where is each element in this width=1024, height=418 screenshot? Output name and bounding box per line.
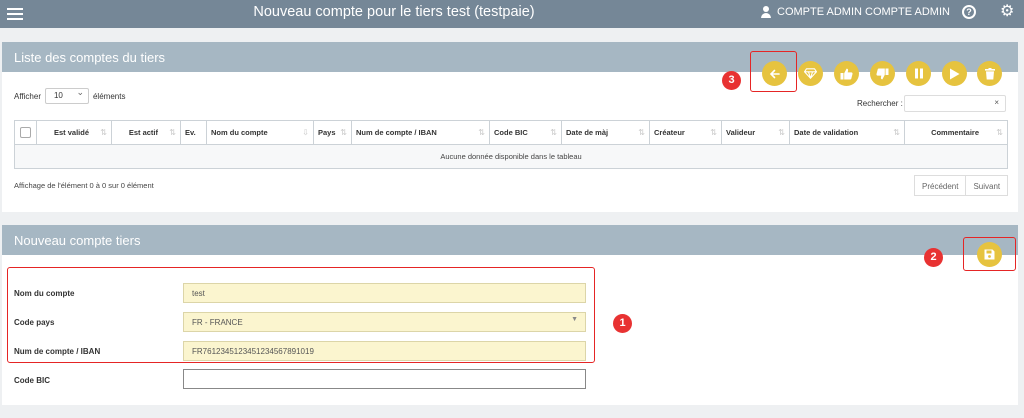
bic-input[interactable] (183, 369, 586, 389)
select-all-checkbox[interactable] (14, 120, 37, 145)
play-icon (950, 68, 960, 79)
next-page-button[interactable]: Suivant (966, 175, 1009, 196)
delete-button[interactable] (977, 61, 1002, 86)
column-header[interactable]: Code BIC ⇅ (489, 120, 562, 145)
trash-icon (984, 67, 995, 79)
column-header[interactable]: Date de màj ⇅ (561, 120, 650, 145)
reject-button[interactable] (870, 61, 895, 86)
diamond-icon (804, 68, 817, 79)
accounts-list-panel: Liste des comptes du tiers Afficher 10 é… (2, 42, 1018, 212)
thumbs-down-icon (876, 68, 889, 79)
column-header[interactable]: Créateur ⇅ (649, 120, 722, 145)
pagination: Précédent Suivant (914, 175, 1009, 196)
search-input[interactable]: × (904, 95, 1006, 112)
column-header[interactable]: Date de validation ⇅ (789, 120, 905, 145)
user-name: COMPTE ADMIN COMPTE ADMIN (777, 6, 950, 18)
form-fields-highlight (7, 267, 595, 363)
column-header[interactable]: Ev. (180, 120, 207, 145)
callout-2: 2 (924, 248, 943, 267)
search-label: Rechercher : (857, 99, 903, 108)
column-header[interactable]: Est actif ⇅ (111, 120, 181, 145)
column-header[interactable]: Est validé ⇅ (36, 120, 112, 145)
pause-button[interactable] (906, 61, 931, 86)
approve-button[interactable] (834, 61, 859, 86)
column-header[interactable]: Num de compte / IBAN ⇅ (351, 120, 490, 145)
page-length-control: Afficher 10 éléments (14, 87, 126, 104)
column-header[interactable]: Pays ⇅ (313, 120, 352, 145)
column-header[interactable]: Commentaire ⇅ (904, 120, 1008, 145)
help-icon[interactable]: ? (962, 5, 976, 19)
diamond-button[interactable] (798, 61, 823, 86)
user-menu[interactable]: COMPTE ADMIN COMPTE ADMIN (760, 6, 950, 18)
show-label: Afficher (14, 91, 41, 101)
page-title: Nouveau compte pour le tiers test (testp… (253, 4, 535, 20)
empty-table-message: Aucune donnée disponible dans le tableau (14, 144, 1008, 169)
table-row: Aucune donnée disponible dans le tableau (14, 144, 1008, 169)
user-icon (760, 6, 772, 18)
callout-1: 1 (613, 314, 632, 333)
table-info: Affichage de l'élément 0 à 0 sur 0 éléme… (14, 181, 154, 190)
pause-icon (914, 68, 923, 79)
previous-page-button[interactable]: Précédent (914, 175, 967, 196)
checkbox-icon[interactable] (20, 127, 31, 138)
accounts-list-title: Liste des comptes du tiers (2, 42, 1018, 72)
accounts-table: Est validé ⇅ Est actif ⇅ Ev. Nom du compte… (14, 120, 1008, 169)
clear-search-icon[interactable]: × (994, 98, 999, 107)
elements-label: éléments (92, 91, 126, 101)
table-header-row: Est validé ⇅ Est actif ⇅ Ev. Nom du compte… (14, 120, 1008, 145)
gear-icon[interactable]: ⚙ (1000, 3, 1014, 21)
column-header[interactable]: Nom du compte ⇩ (206, 120, 314, 145)
play-button[interactable] (942, 61, 967, 86)
new-account-title: Nouveau compte tiers (2, 225, 1018, 255)
top-bar: Nouveau compte pour le tiers test (testp… (0, 0, 1024, 28)
bic-label: Code BIC (14, 376, 50, 385)
page-length-select[interactable]: 10 (44, 87, 89, 104)
thumbs-up-icon (840, 68, 853, 79)
save-button-highlight (963, 237, 1016, 271)
callout-3: 3 (722, 71, 741, 90)
column-header[interactable]: Valideur ⇅ (721, 120, 790, 145)
back-button-highlight (750, 51, 797, 92)
